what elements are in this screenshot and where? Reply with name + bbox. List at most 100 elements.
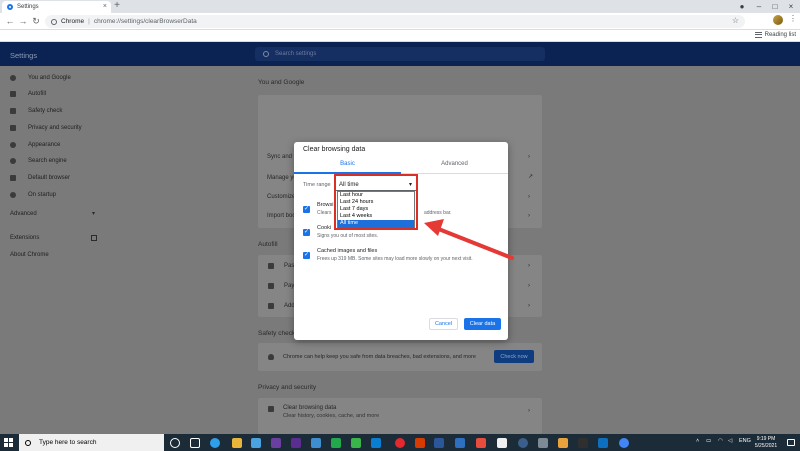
- app-icon-2[interactable]: [351, 438, 361, 448]
- notification-icon[interactable]: [787, 439, 795, 446]
- mail-icon[interactable]: [251, 438, 261, 448]
- passwords-row[interactable]: Pas: [284, 263, 294, 269]
- customize-profile-row[interactable]: Customize: [267, 194, 295, 200]
- palette-icon: [10, 142, 16, 148]
- system-clock[interactable]: 9:19 PM 5/25/2021: [751, 436, 781, 449]
- power-icon: [10, 192, 16, 198]
- app-icon-10[interactable]: [598, 438, 608, 448]
- clear-browsing-row-title[interactable]: Clear browsing data: [283, 405, 336, 411]
- tab-title: Settings: [17, 4, 39, 10]
- forward-button[interactable]: →: [17, 15, 29, 27]
- app-icon-4[interactable]: [455, 438, 465, 448]
- tab-search-icon[interactable]: ●: [735, 1, 749, 12]
- address-bar[interactable]: Chrome | chrome://settings/clearBrowserD…: [45, 15, 745, 28]
- windows-taskbar: Type here to search ˄ ▭ ◠ ◁ ENG 9:19 PM …: [0, 434, 800, 451]
- clear-browsing-data-dialog: Clear browsing data Basic Advanced Time …: [294, 142, 508, 340]
- sidebar-item-label: You and Google: [28, 75, 71, 81]
- cached-images-desc: Frees up 319 MB. Some sites may load mor…: [317, 256, 473, 262]
- search-icon: [263, 51, 269, 57]
- chevron-right-icon: ›: [528, 408, 530, 414]
- chevron-right-icon: ›: [528, 263, 530, 269]
- cancel-button[interactable]: Cancel: [429, 318, 458, 330]
- shield-icon: [10, 108, 16, 114]
- file-explorer-icon[interactable]: [232, 438, 242, 448]
- app-icon-8[interactable]: [558, 438, 568, 448]
- language-indicator[interactable]: ENG: [739, 438, 751, 444]
- import-bookmarks-row[interactable]: Import boo: [267, 213, 296, 219]
- manage-account-row[interactable]: Manage yo: [267, 175, 297, 181]
- sidebar-item-autofill[interactable]: Autofill: [10, 89, 46, 99]
- sidebar-item-appearance[interactable]: Appearance: [10, 140, 60, 150]
- browsing-history-checkbox[interactable]: ✓: [303, 206, 310, 213]
- cortana-icon[interactable]: [170, 438, 180, 448]
- wifi-icon[interactable]: ◠: [718, 438, 723, 444]
- edge-icon[interactable]: [210, 438, 220, 448]
- app-icon-3[interactable]: [371, 438, 381, 448]
- sidebar-item-search-engine[interactable]: Search engine: [10, 156, 67, 166]
- app-icon-6[interactable]: [497, 438, 507, 448]
- trash-icon: [268, 406, 274, 412]
- sidebar-item-privacy[interactable]: Privacy and security: [10, 123, 82, 133]
- cached-images-checkbox[interactable]: ✓: [303, 252, 310, 259]
- windows-start-button[interactable]: [4, 438, 13, 447]
- maximize-button[interactable]: □: [768, 1, 782, 12]
- browser-icon: [10, 175, 16, 181]
- sidebar-item-label: Default browser: [28, 175, 71, 181]
- chevron-right-icon: ›: [528, 283, 530, 289]
- sidebar-about-chrome[interactable]: About Chrome: [10, 252, 49, 258]
- tray-chevron-icon[interactable]: ˄: [696, 438, 699, 444]
- tab-basic[interactable]: Basic: [294, 161, 401, 167]
- sidebar-item-safety-check[interactable]: Safety check: [10, 106, 62, 116]
- close-tab-icon[interactable]: ×: [103, 3, 107, 11]
- app-icon-1[interactable]: [271, 438, 281, 448]
- close-window-button[interactable]: ×: [784, 1, 798, 12]
- chrome-icon[interactable]: [619, 438, 629, 448]
- sidebar-item-you-and-google[interactable]: You and Google: [10, 73, 71, 83]
- bookmark-star-icon[interactable]: ☆: [732, 16, 739, 25]
- clear-data-button[interactable]: Clear data: [464, 318, 501, 330]
- photos-icon[interactable]: [311, 438, 321, 448]
- more-menu-icon[interactable]: ⋮: [789, 14, 797, 23]
- sidebar-item-on-startup[interactable]: On startup: [10, 190, 56, 200]
- cookies-checkbox[interactable]: ✓: [303, 229, 310, 236]
- sidebar-extensions[interactable]: Extensions: [10, 235, 39, 241]
- safety-check-text: Chrome can help keep you safe from data …: [283, 354, 476, 360]
- settings-search-input[interactable]: Search settings: [255, 47, 545, 61]
- excel-icon[interactable]: [331, 438, 341, 448]
- tab-advanced[interactable]: Advanced: [401, 161, 508, 167]
- autofill-icon: [10, 91, 16, 97]
- back-button[interactable]: ←: [4, 15, 16, 27]
- app-icon-9[interactable]: [578, 438, 588, 448]
- settings-header: Settings Search settings: [0, 42, 800, 66]
- chevron-right-icon: ›: [528, 213, 530, 219]
- sidebar-item-label: Privacy and security: [28, 125, 82, 131]
- section-you-and-google: You and Google: [258, 79, 305, 86]
- reload-button[interactable]: ↻: [30, 15, 42, 27]
- profile-avatar[interactable]: [773, 15, 783, 25]
- payment-methods-row[interactable]: Pay: [284, 283, 294, 289]
- tab-strip: Settings × + ● – □ ×: [0, 0, 800, 13]
- steam-icon[interactable]: [518, 438, 528, 448]
- chrome-page-icon: [51, 18, 57, 25]
- sidebar-advanced[interactable]: Advanced: [10, 211, 37, 217]
- sidebar-item-default-browser[interactable]: Default browser: [10, 173, 70, 183]
- site-chip: Chrome: [61, 18, 85, 25]
- minimize-button[interactable]: –: [752, 1, 766, 12]
- network-icon[interactable]: ▭: [706, 438, 711, 444]
- office-icon[interactable]: [415, 438, 425, 448]
- word-icon[interactable]: [434, 438, 444, 448]
- task-view-icon[interactable]: [190, 438, 200, 448]
- app-icon-7[interactable]: [538, 438, 548, 448]
- taskbar-search-box[interactable]: Type here to search: [19, 434, 164, 451]
- opera-icon[interactable]: [395, 438, 405, 448]
- volume-icon[interactable]: ◁: [728, 438, 732, 444]
- check-now-button[interactable]: Check now: [494, 350, 534, 363]
- app-icon-5[interactable]: [476, 438, 486, 448]
- browsing-history-title: Browsi: [317, 202, 334, 208]
- reading-list-button[interactable]: Reading list: [754, 32, 796, 38]
- premiere-icon[interactable]: [291, 438, 301, 448]
- annotation-highlight-box: [334, 174, 418, 230]
- new-tab-button[interactable]: +: [111, 1, 123, 12]
- open-in-new-icon: ↗: [528, 174, 534, 180]
- tab-settings[interactable]: Settings ×: [2, 1, 111, 13]
